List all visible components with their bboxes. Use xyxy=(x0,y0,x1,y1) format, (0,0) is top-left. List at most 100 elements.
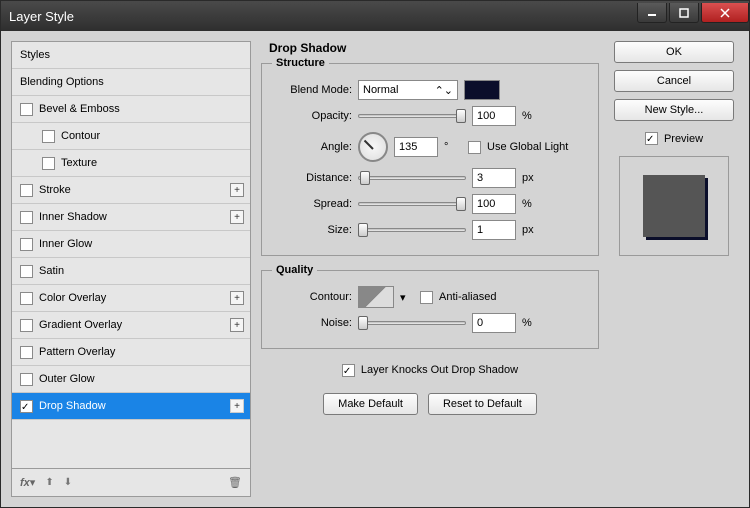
style-checkbox[interactable] xyxy=(20,400,33,413)
opacity-field[interactable]: 100 xyxy=(472,106,516,126)
size-label: Size: xyxy=(272,224,352,236)
sidebar-item-satin[interactable]: Satin xyxy=(12,258,250,285)
sidebar-item-label: Pattern Overlay xyxy=(39,346,115,358)
size-unit: px xyxy=(522,224,540,236)
minimize-button[interactable] xyxy=(637,3,667,23)
styles-footer: fx▾ ⬆ ⬇ 🗑 xyxy=(12,468,250,496)
noise-label: Noise: xyxy=(272,317,352,329)
sidebar-item-inner-glow[interactable]: Inner Glow xyxy=(12,231,250,258)
sidebar-item-label: Blending Options xyxy=(20,76,104,88)
new-style-button[interactable]: New Style... xyxy=(614,99,734,121)
layer-style-dialog: Layer Style Styles Blending Options Bevel … xyxy=(0,0,750,508)
style-checkbox[interactable] xyxy=(20,319,33,332)
ok-button[interactable]: OK xyxy=(614,41,734,63)
size-slider[interactable] xyxy=(358,222,466,238)
sidebar-item-label: Bevel & Emboss xyxy=(39,103,120,115)
add-effect-icon[interactable]: + xyxy=(230,183,244,197)
style-checkbox[interactable] xyxy=(20,292,33,305)
up-arrow-icon[interactable]: ⬆ xyxy=(45,477,53,488)
maximize-button[interactable] xyxy=(669,3,699,23)
angle-dial[interactable] xyxy=(358,132,388,162)
sidebar-item-drop-shadow[interactable]: Drop Shadow+ xyxy=(12,393,250,420)
panel-title: Drop Shadow xyxy=(261,41,599,55)
style-checkbox[interactable] xyxy=(42,157,55,170)
spread-slider[interactable] xyxy=(358,196,466,212)
antialiased-checkbox[interactable] xyxy=(420,291,433,304)
use-global-light-checkbox[interactable] xyxy=(468,141,481,154)
sidebar-item-label: Gradient Overlay xyxy=(39,319,122,331)
spread-field[interactable]: 100 xyxy=(472,194,516,214)
style-checkbox[interactable] xyxy=(20,238,33,251)
preview-label: Preview xyxy=(664,133,703,145)
use-global-light-label: Use Global Light xyxy=(487,141,568,153)
angle-label: Angle: xyxy=(272,141,352,153)
check-icon xyxy=(646,133,657,144)
sidebar-item-label: Inner Glow xyxy=(39,238,92,250)
noise-slider[interactable] xyxy=(358,315,466,331)
right-panel: OK Cancel New Style... Preview xyxy=(609,41,739,497)
blend-mode-value: Normal xyxy=(363,84,398,96)
style-checkbox[interactable] xyxy=(20,265,33,278)
sidebar-item-color-overlay[interactable]: Color Overlay + xyxy=(12,285,250,312)
reset-default-button[interactable]: Reset to Default xyxy=(428,393,537,415)
style-checkbox[interactable] xyxy=(20,373,33,386)
sidebar-item-label: Color Overlay xyxy=(39,292,106,304)
styles-panel: Styles Blending Options Bevel & Emboss Cont… xyxy=(11,41,251,497)
dialog-body: Styles Blending Options Bevel & Emboss Cont… xyxy=(1,31,749,507)
distance-unit: px xyxy=(522,172,540,184)
sidebar-item-label: Inner Shadow xyxy=(39,211,107,223)
sidebar-item-gradient-overlay[interactable]: Gradient Overlay + xyxy=(12,312,250,339)
settings-panel: Drop Shadow Structure Blend Mode: Normal… xyxy=(261,41,599,497)
sidebar-item-label: Outer Glow xyxy=(39,373,95,385)
style-checkbox[interactable] xyxy=(20,103,33,116)
size-field[interactable]: 1 xyxy=(472,220,516,240)
sidebar-item-bevel-emboss[interactable]: Bevel & Emboss xyxy=(12,96,250,123)
structure-legend: Structure xyxy=(272,57,329,69)
style-checkbox[interactable] xyxy=(20,211,33,224)
preview-box xyxy=(619,156,729,256)
sidebar-item-inner-shadow[interactable]: Inner Shadow + xyxy=(12,204,250,231)
opacity-unit: % xyxy=(522,110,540,122)
cancel-button[interactable]: Cancel xyxy=(614,70,734,92)
sidebar-item-pattern-overlay[interactable]: Pattern Overlay xyxy=(12,339,250,366)
noise-field[interactable]: 0 xyxy=(472,313,516,333)
knockout-checkbox[interactable] xyxy=(342,364,355,377)
titlebar[interactable]: Layer Style xyxy=(1,1,749,31)
knockout-label: Layer Knocks Out Drop Shadow xyxy=(361,364,518,376)
sidebar-item-outer-glow[interactable]: Outer Glow xyxy=(12,366,250,393)
add-effect-icon[interactable]: + xyxy=(230,399,244,413)
sidebar-item-styles[interactable]: Styles xyxy=(12,42,250,69)
sidebar-item-texture[interactable]: Texture xyxy=(12,150,250,177)
preview-checkbox[interactable] xyxy=(645,132,658,145)
sidebar-item-blending-options[interactable]: Blending Options xyxy=(12,69,250,96)
fx-icon[interactable]: fx▾ xyxy=(20,476,35,489)
distance-field[interactable]: 3 xyxy=(472,168,516,188)
make-default-button[interactable]: Make Default xyxy=(323,393,418,415)
add-effect-icon[interactable]: + xyxy=(230,210,244,224)
sidebar-item-label: Texture xyxy=(61,157,97,169)
style-checkbox[interactable] xyxy=(20,346,33,359)
close-button[interactable] xyxy=(701,3,749,23)
chevron-down-icon: ⌃⌄ xyxy=(435,84,453,97)
style-checkbox[interactable] xyxy=(20,184,33,197)
contour-label: Contour: xyxy=(272,291,352,303)
angle-field[interactable]: 135 xyxy=(394,137,438,157)
opacity-slider[interactable] xyxy=(358,108,466,124)
add-effect-icon[interactable]: + xyxy=(230,318,244,332)
style-checkbox[interactable] xyxy=(42,130,55,143)
sidebar-item-stroke[interactable]: Stroke + xyxy=(12,177,250,204)
distance-label: Distance: xyxy=(272,172,352,184)
quality-legend: Quality xyxy=(272,264,317,276)
shadow-color-swatch[interactable] xyxy=(464,80,500,100)
add-effect-icon[interactable]: + xyxy=(230,291,244,305)
contour-picker[interactable] xyxy=(358,286,394,308)
blend-mode-select[interactable]: Normal ⌃⌄ xyxy=(358,80,458,100)
distance-slider[interactable] xyxy=(358,170,466,186)
trash-icon[interactable]: 🗑 xyxy=(228,476,242,489)
sidebar-item-label: Stroke xyxy=(39,184,71,196)
noise-unit: % xyxy=(522,317,540,329)
sidebar-item-contour[interactable]: Contour xyxy=(12,123,250,150)
down-arrow-icon[interactable]: ⬇ xyxy=(64,477,72,488)
quality-group: Quality Contour: ▾ Anti-aliased Noise: 0… xyxy=(261,264,599,349)
antialiased-label: Anti-aliased xyxy=(439,291,496,303)
